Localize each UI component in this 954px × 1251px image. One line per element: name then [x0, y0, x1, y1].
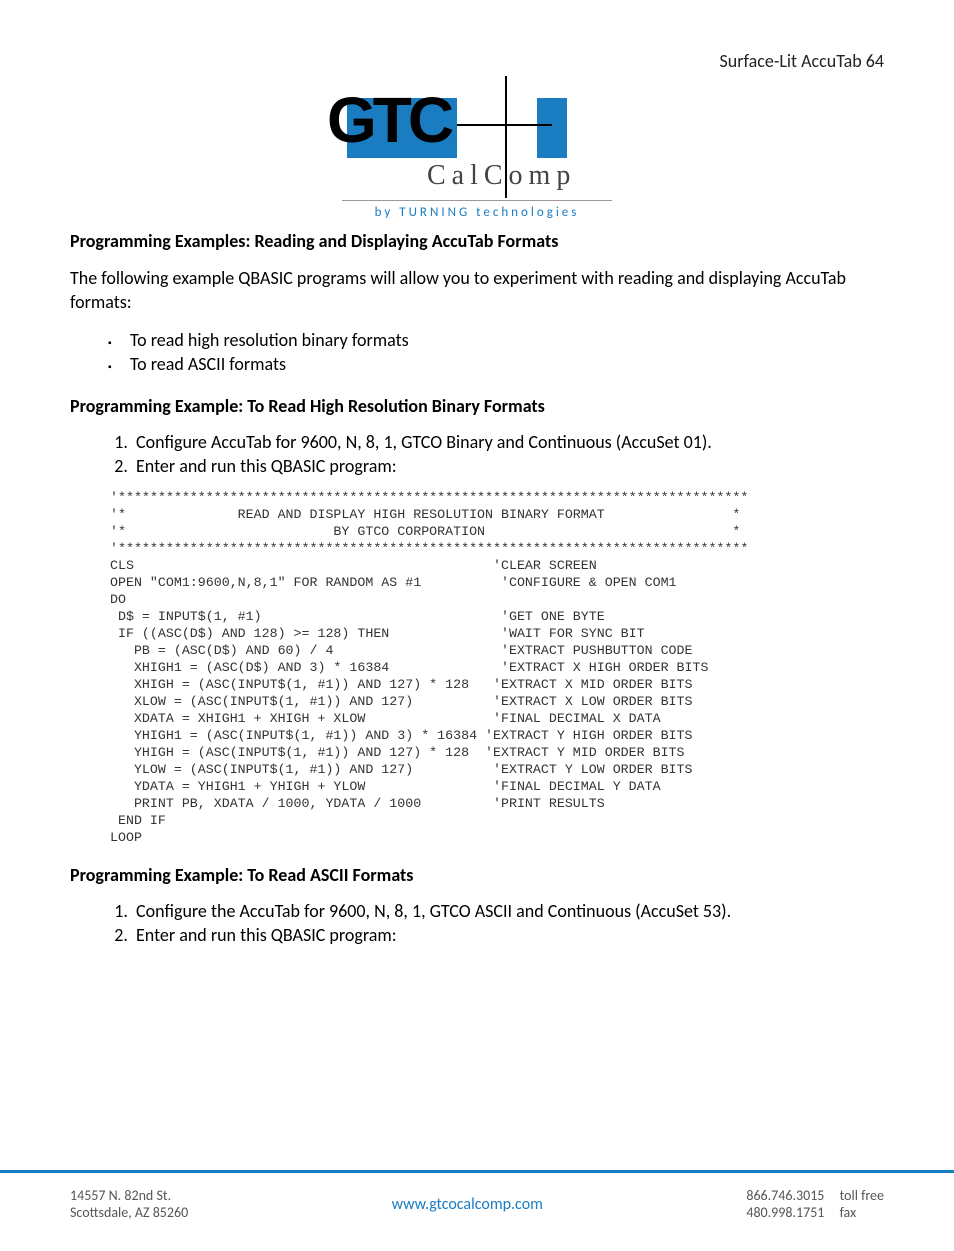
- step-item: Enter and run this QBASIC program:: [132, 455, 884, 477]
- footer-phone-fax-label: fax: [840, 1204, 857, 1221]
- logo: GTC CalComp by TURNING technologies: [327, 80, 627, 220]
- logo-byline: by TURNING technologies: [327, 205, 627, 220]
- bullet-item: To read high resolution binary formats: [130, 329, 884, 351]
- intro-paragraph: The following example QBASIC programs wi…: [70, 266, 884, 315]
- bullet-item: To read ASCII formats: [130, 353, 884, 375]
- section-heading-examples: Programming Examples: Reading and Displa…: [70, 230, 884, 252]
- section-heading-binary: Programming Example: To Read High Resolu…: [70, 395, 884, 417]
- step-item: Configure AccuTab for 9600, N, 8, 1, GTC…: [132, 431, 884, 453]
- footer-url: www.gtcocalcomp.com: [392, 1195, 543, 1214]
- step-item: Configure the AccuTab for 9600, N, 8, 1,…: [132, 900, 884, 922]
- logo-text-calcomp: CalComp: [427, 160, 576, 192]
- section-heading-ascii: Programming Example: To Read ASCII Forma…: [70, 864, 884, 886]
- footer-address-line2: Scottsdale, AZ 85260: [70, 1204, 188, 1221]
- code-block-binary: '***************************************…: [110, 489, 884, 846]
- footer-phone-tollfree: 866.746.3015: [746, 1187, 824, 1204]
- footer-address-line1: 14557 N. 82nd St.: [70, 1187, 188, 1204]
- footer-phone-fax: 480.998.1751: [746, 1204, 824, 1221]
- footer-phone-tollfree-label: toll free: [840, 1187, 884, 1204]
- logo-divider: [342, 200, 612, 201]
- logo-bg-block-2: [537, 98, 567, 158]
- doc-header-label: Surface-Lit AccuTab 64: [70, 50, 884, 72]
- logo-text-gtco: GTC: [327, 88, 450, 152]
- page-footer: 14557 N. 82nd St. Scottsdale, AZ 85260 w…: [0, 1170, 954, 1251]
- step-item: Enter and run this QBASIC program:: [132, 924, 884, 946]
